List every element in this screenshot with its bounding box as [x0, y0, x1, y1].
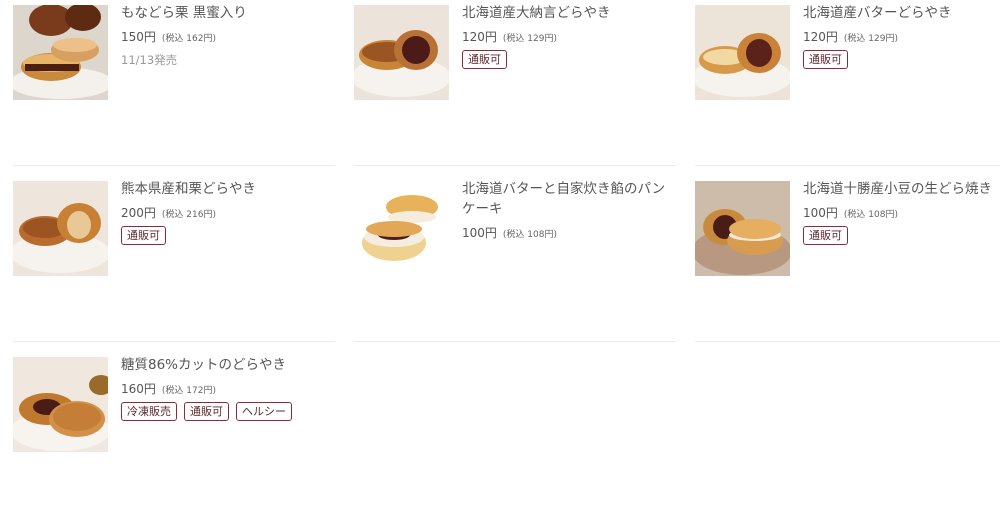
product-card[interactable]: 北海道十勝産小豆の生どら焼き 100円 (税込 108円) 通販可 — [695, 176, 1000, 352]
tag-mail-order: 通販可 — [184, 402, 229, 421]
tag-list: 通販可 — [121, 226, 335, 245]
tag-mail-order: 通販可 — [462, 50, 507, 69]
tag-list: 通販可 — [803, 50, 1000, 69]
product-name[interactable]: 北海道産大納言どらやき — [462, 3, 676, 23]
tax-price: (税込 129円) — [843, 34, 898, 44]
product-image[interactable] — [13, 5, 108, 100]
product-price: 150円 (税込 162円) — [121, 30, 216, 44]
product-name[interactable]: 北海道産バターどらやき — [803, 3, 1000, 23]
tag-mail-order: 通販可 — [121, 226, 166, 245]
tag-mail-order: 通販可 — [803, 226, 848, 245]
product-card[interactable]: もなどら栗 黒蜜入り 150円 (税込 162円) 11/13発売 — [13, 0, 335, 176]
divider — [354, 165, 676, 166]
product-price: 100円 (税込 108円) — [462, 226, 557, 240]
product-price: 160円 (税込 172円) — [121, 382, 216, 396]
tag-list: 冷凍販売 通販可 ヘルシー — [121, 402, 335, 421]
tag-mail-order: 通販可 — [803, 50, 848, 69]
product-grid: もなどら栗 黒蜜入り 150円 (税込 162円) 11/13発売 北海道産大納言… — [0, 0, 1000, 481]
product-image[interactable] — [13, 357, 108, 452]
tag-list: 通販可 — [462, 50, 676, 69]
tag-frozen: 冷凍販売 — [121, 402, 177, 421]
product-name[interactable]: 北海道バターと自家炊き餡のパンケーキ — [462, 179, 676, 219]
product-price: 100円 (税込 108円) — [803, 206, 898, 220]
product-price: 200円 (税込 216円) — [121, 206, 216, 220]
tax-price: (税込 172円) — [161, 386, 216, 396]
tag-healthy: ヘルシー — [236, 402, 292, 421]
product-image[interactable] — [695, 181, 790, 276]
product-card[interactable]: 熊本県産和栗どらやき 200円 (税込 216円) 通販可 — [13, 176, 335, 352]
product-card[interactable]: 北海道産大納言どらやき 120円 (税込 129円) 通販可 — [354, 0, 676, 176]
divider — [695, 165, 1000, 166]
product-name[interactable]: 北海道十勝産小豆の生どら焼き — [803, 179, 1000, 199]
product-price: 120円 (税込 129円) — [462, 30, 557, 44]
product-name[interactable]: もなどら栗 黒蜜入り — [121, 3, 335, 23]
product-image[interactable] — [354, 5, 449, 100]
product-card[interactable]: 北海道バターと自家炊き餡のパンケーキ 100円 (税込 108円) — [354, 176, 676, 352]
divider — [354, 341, 676, 342]
release-date: 11/13発売 — [121, 53, 178, 67]
product-image[interactable] — [354, 181, 449, 276]
tax-price: (税込 108円) — [843, 210, 898, 220]
product-card[interactable]: 北海道産バターどらやき 120円 (税込 129円) 通販可 — [695, 0, 1000, 176]
product-card[interactable]: 糖質86%カットのどらやき 160円 (税込 172円) 冷凍販売 通販可 ヘルシ… — [13, 352, 335, 528]
product-name[interactable]: 糖質86%カットのどらやき — [121, 355, 335, 375]
tax-price: (税込 108円) — [502, 230, 557, 240]
divider — [13, 341, 335, 342]
product-image[interactable] — [13, 181, 108, 276]
product-price: 120円 (税込 129円) — [803, 30, 898, 44]
tax-price: (税込 129円) — [502, 34, 557, 44]
divider — [695, 341, 1000, 342]
tax-price: (税込 216円) — [161, 210, 216, 220]
tag-list: 通販可 — [803, 226, 1000, 245]
product-name[interactable]: 熊本県産和栗どらやき — [121, 179, 335, 199]
tax-price: (税込 162円) — [161, 34, 216, 44]
divider — [13, 165, 335, 166]
product-image[interactable] — [695, 5, 790, 100]
